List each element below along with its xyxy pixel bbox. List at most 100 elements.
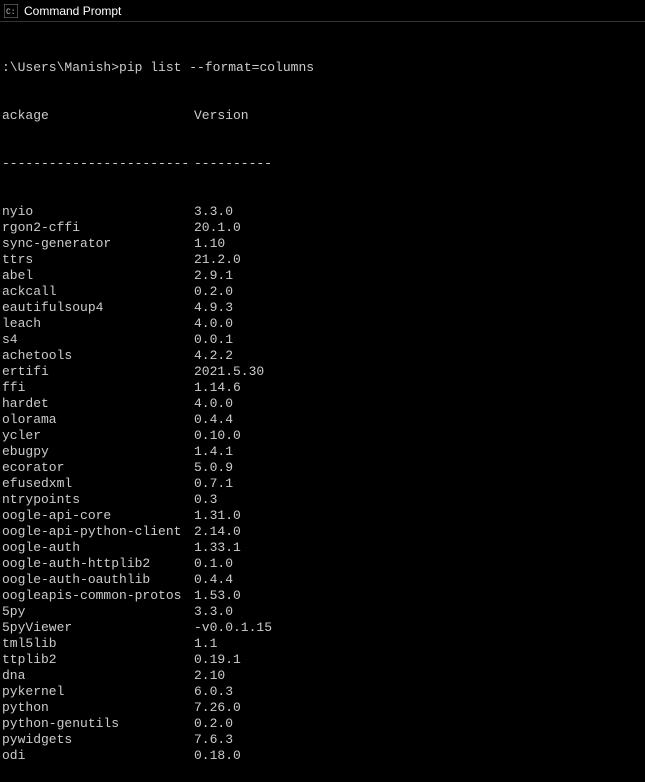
table-row: olorama0.4.4 — [2, 412, 643, 428]
package-name: leach — [2, 316, 194, 332]
table-row: ycler0.10.0 — [2, 428, 643, 444]
table-row: abel2.9.1 — [2, 268, 643, 284]
package-name: pywidgets — [2, 732, 194, 748]
package-version: 21.2.0 — [194, 252, 241, 268]
package-version: 0.1.0 — [194, 556, 233, 572]
package-version: 1.4.1 — [194, 444, 233, 460]
package-name: efusedxml — [2, 476, 194, 492]
package-version: 1.1 — [194, 636, 217, 652]
table-row: pykernel6.0.3 — [2, 684, 643, 700]
package-version: 2.9.1 — [194, 268, 233, 284]
table-row: oogleapis-common-protos1.53.0 — [2, 588, 643, 604]
window-title: Command Prompt — [24, 4, 121, 18]
table-row: python-genutils0.2.0 — [2, 716, 643, 732]
package-version: 1.10 — [194, 236, 225, 252]
package-version: 3.3.0 — [194, 204, 233, 220]
window-titlebar[interactable]: C: Command Prompt — [0, 0, 645, 22]
package-name: 5pyViewer — [2, 620, 194, 636]
header-version: Version — [194, 108, 249, 124]
table-row: ttplib20.19.1 — [2, 652, 643, 668]
package-name: 5py — [2, 604, 194, 620]
package-version: 1.14.6 — [194, 380, 241, 396]
table-row: dna2.10 — [2, 668, 643, 684]
table-row: ntrypoints0.3 — [2, 492, 643, 508]
prompt-path: :\Users\Manish> — [2, 60, 119, 76]
table-row: achetools4.2.2 — [2, 348, 643, 364]
package-name: python — [2, 700, 194, 716]
package-version: 3.3.0 — [194, 604, 233, 620]
package-version: 7.26.0 — [194, 700, 241, 716]
table-row: oogle-auth1.33.1 — [2, 540, 643, 556]
package-name: oogleapis-common-protos — [2, 588, 194, 604]
table-row: rgon2-cffi20.1.0 — [2, 220, 643, 236]
package-version: 2021.5.30 — [194, 364, 264, 380]
package-version: 4.0.0 — [194, 316, 233, 332]
package-version: 1.31.0 — [194, 508, 241, 524]
table-row: ebugpy1.4.1 — [2, 444, 643, 460]
table-row: efusedxml0.7.1 — [2, 476, 643, 492]
package-version: 0.3 — [194, 492, 217, 508]
package-name: achetools — [2, 348, 194, 364]
table-row: hardet4.0.0 — [2, 396, 643, 412]
package-name: pykernel — [2, 684, 194, 700]
package-name: python-genutils — [2, 716, 194, 732]
table-row: oogle-api-python-client2.14.0 — [2, 524, 643, 540]
table-row: ertifi2021.5.30 — [2, 364, 643, 380]
package-name: abel — [2, 268, 194, 284]
package-name: ebugpy — [2, 444, 194, 460]
table-row: oogle-auth-httplib20.1.0 — [2, 556, 643, 572]
package-name: ttrs — [2, 252, 194, 268]
cmd-icon: C: — [4, 4, 18, 18]
svg-text:C:: C: — [6, 8, 16, 17]
package-name: ycler — [2, 428, 194, 444]
header-row: ackageVersion — [2, 108, 643, 124]
package-version: 5.0.9 — [194, 460, 233, 476]
table-row: ttrs21.2.0 — [2, 252, 643, 268]
package-version: 0.10.0 — [194, 428, 241, 444]
table-row: pywidgets7.6.3 — [2, 732, 643, 748]
package-name: nyio — [2, 204, 194, 220]
package-version: 7.6.3 — [194, 732, 233, 748]
package-name: olorama — [2, 412, 194, 428]
table-row: oogle-auth-oauthlib0.4.4 — [2, 572, 643, 588]
package-version: 0.2.0 — [194, 716, 233, 732]
package-version: 4.2.2 — [194, 348, 233, 364]
table-row: 5pyViewer-v0.0.1.15 — [2, 620, 643, 636]
package-version: 4.9.3 — [194, 300, 233, 316]
package-name: hardet — [2, 396, 194, 412]
package-version: 1.33.1 — [194, 540, 241, 556]
table-row: eautifulsoup44.9.3 — [2, 300, 643, 316]
table-row: ffi1.14.6 — [2, 380, 643, 396]
package-version: 0.19.1 — [194, 652, 241, 668]
package-name: s4 — [2, 332, 194, 348]
package-name: eautifulsoup4 — [2, 300, 194, 316]
package-version: 4.0.0 — [194, 396, 233, 412]
package-version: 0.18.0 — [194, 748, 241, 764]
package-version: 1.53.0 — [194, 588, 241, 604]
package-version: 2.10 — [194, 668, 225, 684]
package-version: 2.14.0 — [194, 524, 241, 540]
package-list: nyio3.3.0rgon2-cffi20.1.0sync-generator1… — [2, 204, 643, 764]
table-row: leach4.0.0 — [2, 316, 643, 332]
header-package: ackage — [2, 108, 194, 124]
package-name: rgon2-cffi — [2, 220, 194, 236]
package-name: ntrypoints — [2, 492, 194, 508]
package-name: oogle-auth-oauthlib — [2, 572, 194, 588]
table-row: nyio3.3.0 — [2, 204, 643, 220]
table-row: sync-generator1.10 — [2, 236, 643, 252]
separator-row: ---------------------------------- — [2, 156, 643, 172]
package-name: odi — [2, 748, 194, 764]
package-version: -v0.0.1.15 — [194, 620, 272, 636]
package-name: ackcall — [2, 284, 194, 300]
table-row: tml5lib1.1 — [2, 636, 643, 652]
package-name: dna — [2, 668, 194, 684]
terminal-output[interactable]: :\Users\Manish>pip list --format=columns… — [0, 22, 645, 782]
table-row: python7.26.0 — [2, 700, 643, 716]
separator-package: ------------------------ — [2, 156, 194, 172]
package-name: ffi — [2, 380, 194, 396]
table-row: 5py3.3.0 — [2, 604, 643, 620]
package-version: 0.0.1 — [194, 332, 233, 348]
package-name: sync-generator — [2, 236, 194, 252]
package-name: ecorator — [2, 460, 194, 476]
package-name: oogle-api-core — [2, 508, 194, 524]
